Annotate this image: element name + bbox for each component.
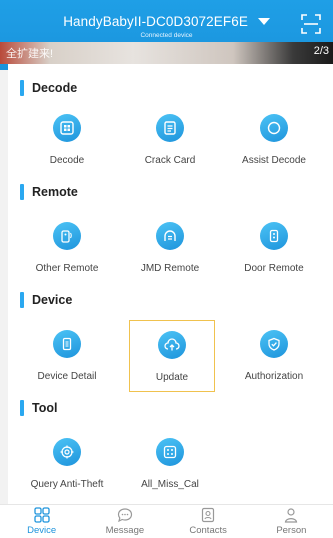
- nav-label: Message: [105, 525, 145, 536]
- section-remote: Remote: [20, 182, 78, 202]
- nav-label: Contacts: [189, 525, 227, 536]
- section-title: Remote: [32, 185, 78, 199]
- section-accent-bar: [20, 400, 24, 416]
- device-detail-tile[interactable]: Device Detail: [22, 330, 112, 392]
- chat-bubble-icon: [117, 508, 132, 523]
- nav-message[interactable]: Message: [83, 505, 166, 538]
- section-device: Device: [20, 290, 72, 310]
- query-anti-theft-tile[interactable]: Query Anti-Theft: [22, 438, 112, 500]
- section-title: Device: [32, 293, 73, 307]
- bottom-nav: Device Message Contacts Person: [0, 504, 333, 538]
- tile-label: Query Anti-Theft: [30, 479, 104, 490]
- jmd-remote-tile[interactable]: JMD Remote: [125, 222, 215, 284]
- other-remote-tile[interactable]: Other Remote: [22, 222, 112, 284]
- banner-page-indicator: 2/3: [313, 45, 329, 57]
- banner-text: 全扩建来!: [6, 48, 54, 60]
- device-selector[interactable]: HandyBabyII-DC0D3072EF6E: [0, 14, 333, 29]
- update-tile[interactable]: Update: [129, 320, 215, 392]
- tile-label: Door Remote: [244, 263, 304, 274]
- section-accent-bar: [20, 80, 24, 96]
- remote-signal-icon: [53, 222, 81, 250]
- section-accent-bar: [20, 184, 24, 200]
- circle-icon: [260, 114, 288, 142]
- section-title: Decode: [32, 81, 78, 95]
- grid-box-icon: [156, 438, 184, 466]
- contacts-icon: [202, 507, 215, 523]
- authorization-tile[interactable]: Authorization: [229, 330, 319, 392]
- connected-label: Connected device: [140, 32, 193, 39]
- caret-down-icon: [257, 18, 270, 26]
- arch-remote-icon: [156, 222, 184, 250]
- crack-card-tile[interactable]: Crack Card: [125, 114, 215, 176]
- section-accent-bar: [20, 292, 24, 308]
- header: 全扩建来! 2/3 HandyBabyII-DC0D3072EF6E Conne…: [0, 0, 333, 70]
- assist-decode-tile[interactable]: Assist Decode: [229, 114, 319, 176]
- device-icon: [53, 330, 81, 358]
- section-decode: Decode: [20, 78, 77, 98]
- section-title: Tool: [32, 401, 58, 415]
- cloud-upload-icon: [158, 331, 186, 359]
- tile-label: Crack Card: [144, 155, 196, 166]
- nav-label: Person: [276, 525, 307, 536]
- chip-grid-icon: [53, 114, 81, 142]
- person-icon: [285, 508, 298, 523]
- card-doc-icon: [156, 114, 184, 142]
- tile-label: Other Remote: [35, 263, 99, 274]
- nav-contacts[interactable]: Contacts: [167, 505, 250, 538]
- grid-four-icon: [33, 507, 50, 523]
- section-tool: Tool: [20, 398, 57, 418]
- tile-label: Update: [155, 372, 189, 383]
- tile-label: Assist Decode: [242, 155, 306, 166]
- nav-person[interactable]: Person: [250, 505, 333, 538]
- decode-tile[interactable]: Decode: [22, 114, 112, 176]
- nav-device[interactable]: Device: [0, 505, 83, 538]
- shield-check-icon: [260, 330, 288, 358]
- all-miss-cal-tile[interactable]: All_Miss_Cal: [125, 438, 215, 500]
- door-remote-icon: [260, 222, 288, 250]
- tile-label: Device Detail: [37, 371, 97, 382]
- tile-label: Authorization: [244, 371, 304, 382]
- main-panel: Decode Decode Crack Card Assist Decode R…: [8, 64, 333, 504]
- tile-label: JMD Remote: [140, 263, 200, 274]
- tile-label: All_Miss_Cal: [141, 479, 199, 490]
- nav-label: Device: [27, 525, 57, 536]
- tile-label: Decode: [49, 155, 85, 166]
- door-remote-tile[interactable]: Door Remote: [229, 222, 319, 284]
- scan-icon[interactable]: [301, 14, 321, 34]
- target-icon: [53, 438, 81, 466]
- device-name: HandyBabyII-DC0D3072EF6E: [63, 14, 248, 29]
